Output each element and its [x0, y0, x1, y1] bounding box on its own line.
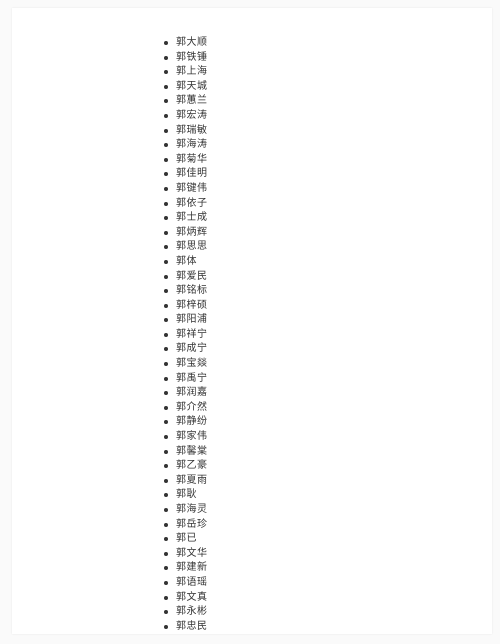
list-item: 郭祥宁	[164, 328, 492, 343]
list-item: 郭铁锤	[164, 51, 492, 66]
list-item: 郭文真	[164, 591, 492, 606]
list-item: 郭炳辉	[164, 226, 492, 241]
list-item: 郭蕙兰	[164, 94, 492, 109]
list-item: 郭岳珍	[164, 518, 492, 533]
list-item: 郭文华	[164, 547, 492, 562]
list-item: 郭禹宁	[164, 372, 492, 387]
list-item: 郭夏雨	[164, 474, 492, 489]
list-item: 郭乙豪	[164, 459, 492, 474]
list-item: 郭介然	[164, 401, 492, 416]
list-item: 郭润嘉	[164, 386, 492, 401]
list-item: 郭永彬	[164, 605, 492, 620]
list-item: 郭士成	[164, 211, 492, 226]
list-item: 郭阳浦	[164, 313, 492, 328]
list-item: 郭梓硕	[164, 299, 492, 314]
list-item: 郭大顺	[164, 36, 492, 51]
list-item: 郭瑞敏	[164, 124, 492, 139]
list-item: 郭静纷	[164, 415, 492, 430]
name-list: 郭大顺郭铁锤郭上海郭天城郭蕙兰郭宏涛郭瑞敏郭海涛郭菊华郭佳明郭键伟郭依子郭士成郭…	[164, 36, 492, 634]
list-item: 郭成宁	[164, 342, 492, 357]
list-item: 郭宏涛	[164, 109, 492, 124]
list-item: 郭海灵	[164, 503, 492, 518]
list-item: 郭海涛	[164, 138, 492, 153]
list-item: 郭已	[164, 532, 492, 547]
list-item: 郭家伟	[164, 430, 492, 445]
list-item: 郭天城	[164, 80, 492, 95]
list-item: 郭忠民	[164, 620, 492, 635]
list-item: 郭菊华	[164, 153, 492, 168]
list-item: 郭语瑶	[164, 576, 492, 591]
list-item: 郭耿	[164, 488, 492, 503]
list-item: 郭依子	[164, 197, 492, 212]
list-item: 郭爱民	[164, 270, 492, 285]
list-item: 郭宝燚	[164, 357, 492, 372]
list-item: 郭键伟	[164, 182, 492, 197]
list-item: 郭上海	[164, 65, 492, 80]
list-item: 郭思思	[164, 240, 492, 255]
list-item: 郭佳明	[164, 167, 492, 182]
list-item: 郭馨棠	[164, 445, 492, 460]
list-item: 郭体	[164, 255, 492, 270]
document-page: 郭大顺郭铁锤郭上海郭天城郭蕙兰郭宏涛郭瑞敏郭海涛郭菊华郭佳明郭键伟郭依子郭士成郭…	[12, 8, 492, 634]
list-item: 郭建新	[164, 561, 492, 576]
list-item: 郭铭标	[164, 284, 492, 299]
